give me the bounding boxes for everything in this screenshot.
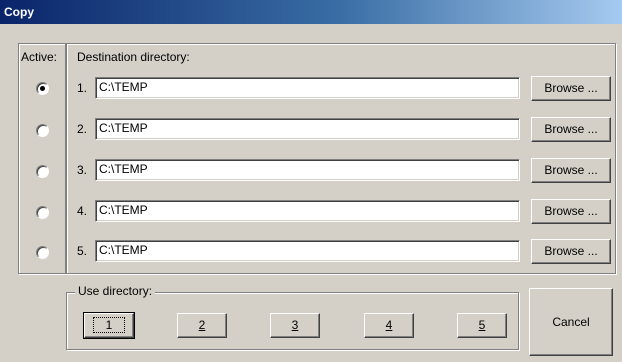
use-directory-button-4[interactable]: 4 (364, 313, 414, 338)
active-header: Active: (21, 50, 58, 64)
active-radio-2[interactable] (36, 124, 49, 137)
active-radio-5[interactable] (36, 246, 49, 259)
use-directory-button-1-label: 1 (92, 317, 126, 333)
destination-input-4[interactable]: C:\TEMP (95, 200, 520, 222)
active-radio-3[interactable] (36, 165, 49, 178)
active-panel (18, 43, 66, 274)
browse-button-4[interactable]: Browse ... (531, 199, 611, 224)
row-number-4: 4. (77, 204, 88, 218)
use-directory-button-5[interactable]: 5 (457, 313, 507, 338)
row-number-3: 3. (77, 163, 88, 177)
row-number-2: 2. (77, 122, 88, 136)
copy-dialog: Copy Active: Destination directory: 1. C… (0, 0, 622, 362)
destination-input-2[interactable]: C:\TEMP (95, 118, 520, 140)
destination-input-3[interactable]: C:\TEMP (95, 159, 520, 181)
use-directory-button-1[interactable]: 1 (83, 312, 135, 339)
destination-input-1[interactable]: C:\TEMP (95, 77, 520, 99)
cancel-button[interactable]: Cancel (529, 288, 613, 356)
use-directory-button-3[interactable]: 3 (270, 313, 320, 338)
use-directory-button-2[interactable]: 2 (177, 313, 227, 338)
use-directory-legend: Use directory: (75, 284, 156, 298)
browse-button-1[interactable]: Browse ... (531, 76, 611, 101)
browse-button-2[interactable]: Browse ... (531, 117, 611, 142)
row-number-5: 5. (77, 244, 88, 258)
window-title: Copy (4, 5, 34, 19)
title-bar[interactable]: Copy (0, 0, 622, 24)
radio-selected-dot (40, 86, 45, 91)
row-number-1: 1. (77, 81, 88, 95)
destination-input-5[interactable]: C:\TEMP (95, 240, 520, 262)
active-radio-4[interactable] (36, 206, 49, 219)
destination-header: Destination directory: (77, 50, 190, 64)
browse-button-5[interactable]: Browse ... (531, 239, 611, 264)
active-radio-1[interactable] (36, 82, 49, 95)
browse-button-3[interactable]: Browse ... (531, 158, 611, 183)
